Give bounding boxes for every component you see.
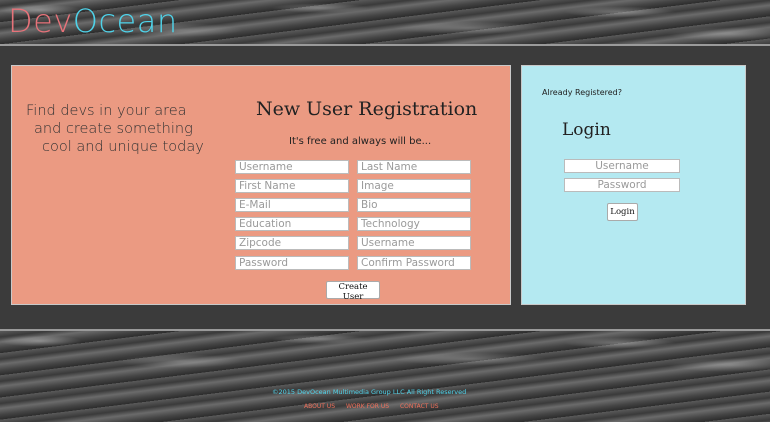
logo-dev-text: Dev (8, 2, 73, 40)
login-password-field[interactable] (564, 178, 680, 192)
footer-link-contact-us[interactable]: CONTACT US (400, 403, 439, 410)
tagline: Find devs in your area and create someth… (26, 102, 226, 156)
zipcode-field[interactable] (235, 236, 349, 250)
logo-ocean-text: Ocean (72, 2, 178, 40)
tagline-line-2: and create something (34, 121, 193, 137)
footer-links: ABOUT US WORK FOR US CONTACT US (304, 403, 448, 410)
first-name-field[interactable] (235, 179, 349, 193)
login-button[interactable]: Login (607, 203, 638, 221)
create-user-button[interactable]: Create User (326, 281, 380, 302)
site-logo[interactable]: DevOcean (8, 2, 178, 40)
footer-link-about-us[interactable]: ABOUT US (304, 403, 335, 410)
technology-field[interactable] (357, 217, 471, 231)
education-field[interactable] (235, 217, 349, 231)
copyright-text: ©2015 DevOcean Multimedia Group LLC All … (272, 388, 467, 396)
image-field[interactable] (357, 179, 471, 193)
login-panel: Already Registered? Login Login (521, 65, 746, 305)
tagline-line-3: cool and unique today (42, 139, 204, 155)
login-username-field[interactable] (564, 159, 680, 173)
password-field[interactable] (235, 256, 349, 270)
email-field[interactable] (235, 198, 349, 212)
confirm-password-field[interactable] (357, 256, 471, 270)
bio-field[interactable] (357, 198, 471, 212)
login-title: Login (562, 120, 611, 140)
footer-link-work-for-us[interactable]: WORK FOR US (346, 403, 389, 410)
last-name-field[interactable] (357, 160, 471, 174)
username-field[interactable] (235, 160, 349, 174)
already-registered-label: Already Registered? (542, 88, 622, 97)
registration-subtitle: It's free and always will be... (289, 136, 432, 147)
tagline-line-1: Find devs in your area (26, 103, 187, 119)
username-field-2[interactable] (357, 236, 471, 250)
registration-panel: Find devs in your area and create someth… (11, 65, 511, 305)
registration-title: New User Registration (256, 98, 478, 120)
header-bar: DevOcean (0, 0, 770, 46)
